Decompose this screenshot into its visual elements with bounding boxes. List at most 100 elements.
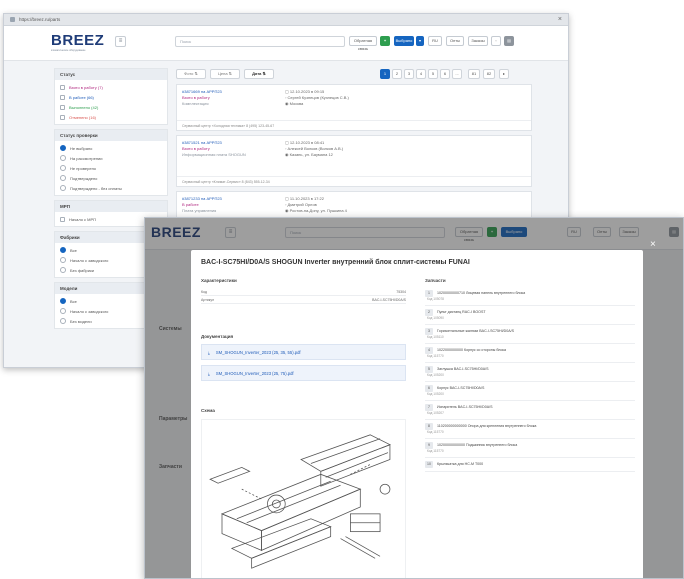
download-icon: ⤓ — [208, 370, 210, 376]
part-item[interactable]: 3 Горизонтальные жалюзи BAC-I-SC75HI/D0A/… — [425, 325, 635, 344]
close-icon[interactable]: × — [558, 16, 562, 23]
part-item[interactable]: 1 10200000000710 Лицевая панель внутренне… — [425, 287, 635, 306]
part-item[interactable]: 9 10200000000000 Подшипник внутреннего бл… — [425, 439, 635, 458]
radio[interactable] — [60, 318, 66, 324]
part-item[interactable]: 5 Заглушка BAC-I-SC75HI/D0A/S Код 105200 — [425, 363, 635, 382]
order-card[interactable]: #3871521 на АРРП23 Взято в работу Информ… — [176, 135, 532, 187]
check-option[interactable]: На рассмотрении — [55, 153, 167, 163]
feedback-button[interactable]: Обратная связь — [349, 36, 377, 51]
close-icon[interactable]: × — [650, 239, 656, 250]
checkbox[interactable] — [60, 104, 65, 110]
radio[interactable] — [60, 145, 66, 151]
order-person: Алексей Волков (Волков А.В.) — [287, 146, 344, 151]
page-button[interactable]: 5 — [428, 69, 438, 79]
product-modal: BAC-I-SC75HI/D0A/S SHOGUN Inverter внутр… — [191, 250, 643, 579]
status-option[interactable]: Выполнено (42) — [55, 102, 167, 112]
check-label: Не проверено — [70, 165, 97, 171]
modal-title: BAC-I-SC75HI/D0A/S SHOGUN Inverter внутр… — [201, 259, 470, 266]
radio[interactable] — [60, 175, 66, 181]
radio[interactable] — [60, 267, 66, 273]
search-input[interactable]: Поиск — [175, 36, 345, 47]
order-sub: Информационная плата SHOGUN — [182, 152, 246, 157]
order-footer: Сервисный центр «Климат-Сервис» 8 (843) … — [177, 176, 531, 186]
logo-subtitle: климатическое оборудование — [51, 49, 86, 52]
manufacturer-label: Начало с заводского — [70, 257, 109, 263]
app-header: BREEZ климатическое оборудование ≡ Поиск… — [4, 26, 568, 61]
radio[interactable] — [60, 155, 66, 161]
sort-date-button[interactable]: Дата ⇅ — [244, 69, 274, 79]
mrp-label: Начало с МРП — [69, 216, 97, 222]
page-button[interactable]: 4 — [416, 69, 426, 79]
page-button[interactable]: 6 — [440, 69, 450, 79]
front-browser-window: BREEZ ≡ Поиск Обратная связь + Выбрано R… — [144, 217, 684, 579]
page-button[interactable]: 3 — [404, 69, 414, 79]
check-option[interactable]: Не проверено — [55, 163, 167, 173]
order-meta: ▢ 12.10.2023 в 08:41 ◦ Алексей Волков (В… — [285, 140, 425, 158]
status-label: Выполнено (42) — [69, 104, 99, 110]
sort-price-button[interactable]: Цена ⇅ — [210, 69, 240, 79]
radio[interactable] — [60, 165, 66, 171]
status-option[interactable]: В работе (66) — [55, 92, 167, 102]
order-card[interactable]: #3871669 на АРРП23 Взято в работу Компле… — [176, 84, 532, 131]
part-item[interactable]: 10 Крыльчатка для HC-M T000 — [425, 458, 635, 472]
page-button[interactable]: 81 — [468, 69, 480, 79]
radio[interactable] — [60, 298, 66, 304]
checkbox[interactable] — [60, 114, 65, 120]
part-number: 10 — [425, 461, 433, 468]
scheme-section: Схема — [201, 408, 406, 579]
check-option[interactable]: Подтверждено - без оплаты — [55, 183, 167, 193]
settings-icon[interactable]: ▤ — [504, 36, 514, 46]
mrp-filter-title: МРП — [55, 201, 167, 212]
page-button[interactable]: 82 — [483, 69, 495, 79]
logo: BREEZ климатическое оборудование — [51, 32, 104, 52]
part-code: Код 115770 — [427, 430, 444, 434]
radio[interactable] — [60, 185, 66, 191]
window-icon — [10, 17, 15, 22]
page-button[interactable]: 1 — [380, 69, 390, 79]
part-name: Корпус BAC-I-SC75HI/D0A/S — [437, 386, 485, 390]
part-item[interactable]: 6 Корпус BAC-I-SC75HI/D0A/S Код 105200 — [425, 382, 635, 401]
radio[interactable] — [60, 247, 66, 253]
part-item[interactable]: 2 Пульт дистанц RAC-I BOOST Код 105090 — [425, 306, 635, 325]
page-button[interactable]: ... — [452, 69, 462, 79]
doc-link[interactable]: ⤓ SM_SHOGUN_Inverter_2023 (25, 75).pdf — [201, 365, 406, 381]
checkbox[interactable] — [60, 84, 65, 90]
chevron-down-icon[interactable]: ▾ — [416, 36, 424, 46]
scheme-title: Схема — [201, 408, 215, 413]
doc-name: SM_SHOGUN_Inverter_2023 (25, 75).pdf — [215, 370, 294, 376]
check-option[interactable]: Не выбрано — [55, 143, 167, 153]
order-location: Москва — [289, 101, 304, 106]
opts-button[interactable]: Опты — [446, 36, 464, 46]
status-option[interactable]: Взято в работу (7) — [55, 82, 167, 92]
order-info: #3871233 на АРРП23 В работе Плата управл… — [182, 196, 277, 214]
parts-title: Запчасти — [425, 278, 446, 283]
status-label: Отменено (16) — [69, 114, 97, 120]
part-code: Код 115770 — [427, 354, 444, 358]
orders-button[interactable]: Заказы — [468, 36, 488, 46]
part-item[interactable]: 4 1022000000000 Корпус со стороны блока Ко… — [425, 344, 635, 363]
model-label: Начало с заводского — [70, 308, 109, 314]
status-option[interactable]: Отменено (16) — [55, 112, 167, 122]
checkbox[interactable] — [60, 94, 65, 100]
checkbox[interactable] — [60, 216, 65, 222]
language-button[interactable]: RU — [428, 36, 442, 46]
order-person: Сергей Кузнецов (Кузнецов С.В.) — [287, 95, 349, 100]
part-item[interactable]: 8 110200000000000 Опора для крепления вну… — [425, 420, 635, 439]
sort-photo-button[interactable]: Фото ⇅ — [176, 69, 206, 79]
radio[interactable] — [60, 308, 66, 314]
selected-button[interactable]: Выбрано — [394, 36, 414, 46]
radio[interactable] — [60, 257, 66, 263]
page-button[interactable]: 2 — [392, 69, 402, 79]
exploded-view-diagram[interactable] — [201, 419, 406, 579]
order-info: #3871669 на АРРП23 Взято в работу Компле… — [182, 89, 277, 107]
add-button[interactable]: + — [380, 36, 390, 46]
order-person: Дмитрий Орлов — [287, 202, 317, 207]
check-option[interactable]: Подтверждено — [55, 173, 167, 183]
part-name: Испаритель BAC-I-SC75HI/D0A/S — [437, 405, 493, 409]
doc-link[interactable]: ⤓ SM_SHOGUN_Inverter_2023 (25, 35, 55).pd… — [201, 344, 406, 360]
part-item[interactable]: 7 Испаритель BAC-I-SC75HI/D0A/S Код 105207 — [425, 401, 635, 420]
part-code: Код 115770 — [427, 449, 444, 453]
menu-button[interactable]: ≡ — [115, 36, 126, 47]
next-page-icon[interactable]: ▸ — [499, 69, 509, 79]
user-icon[interactable]: ◦ — [491, 36, 501, 46]
